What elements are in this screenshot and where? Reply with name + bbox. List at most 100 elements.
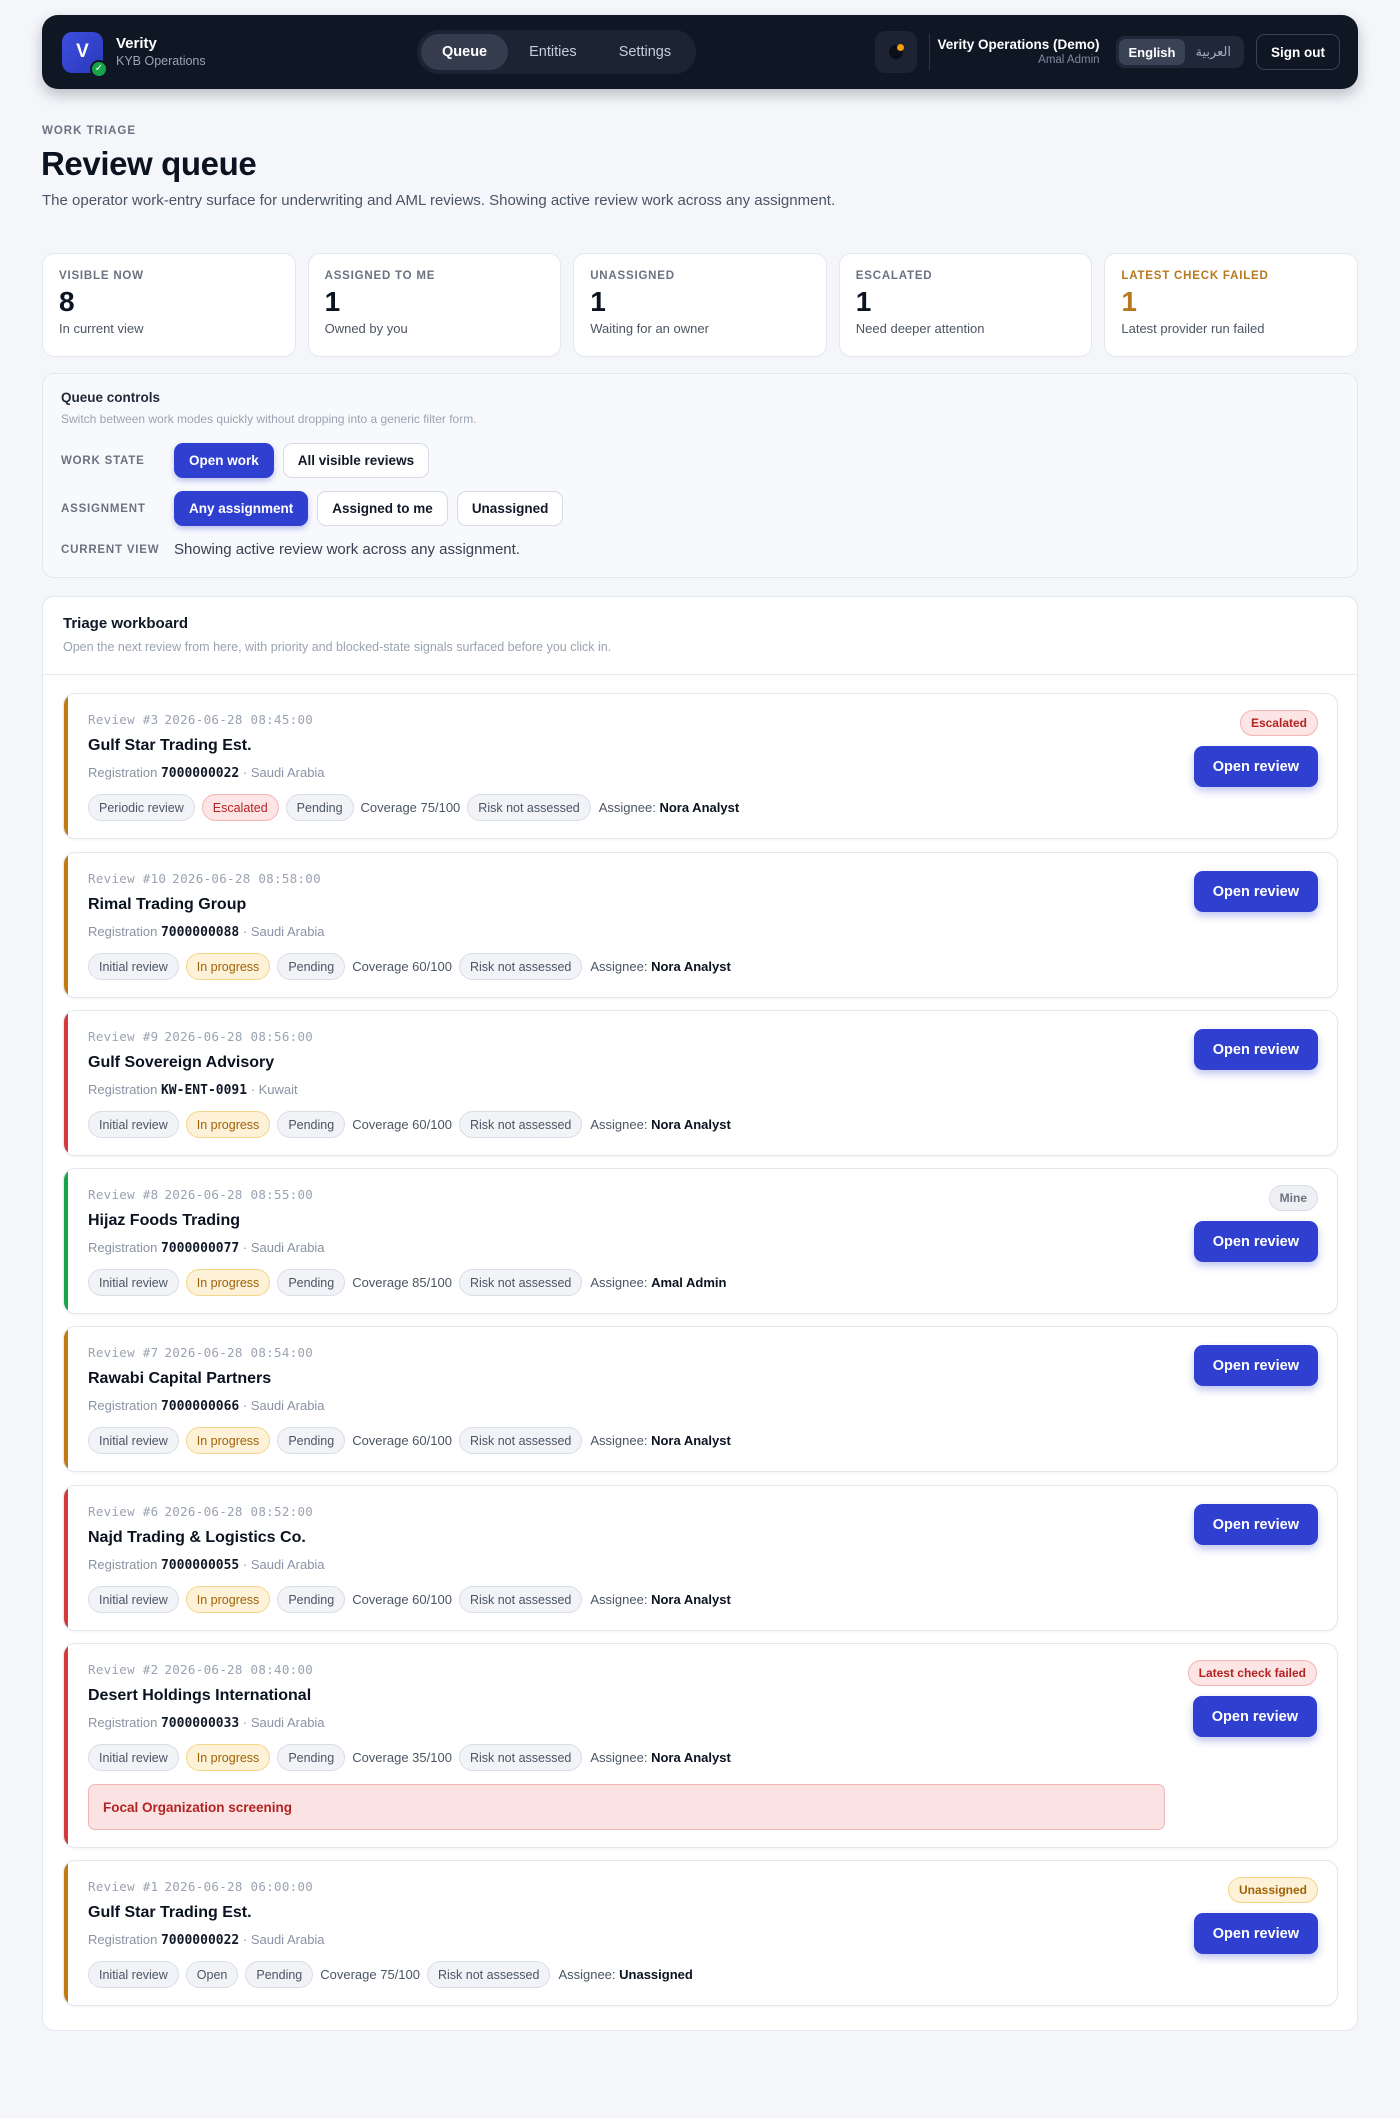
filter-all-visible-reviews[interactable]: All visible reviews (282, 443, 430, 478)
open-review-button[interactable]: Open review (1193, 1345, 1318, 1386)
triage-workboard: Triage workboard Open the next review fr… (42, 596, 1358, 2031)
registration-label: Registration (88, 1082, 161, 1097)
current-view-label: CURRENT VIEW (61, 543, 160, 556)
risk-tag: Risk not assessed (458, 1744, 583, 1771)
review-meta: Review #9 2026-06-28 08:56:00 (88, 1029, 731, 1044)
open-review-button[interactable]: Open review (1193, 1913, 1318, 1954)
assignee-label: Assignee: (558, 1967, 620, 1982)
language-english[interactable]: English (1118, 39, 1186, 65)
review-timestamp: 2026-06-28 08:52:00 (164, 1504, 314, 1519)
filter-open-work[interactable]: Open work (174, 443, 274, 478)
review-meta: Review #10 2026-06-28 08:58:00 (88, 871, 731, 886)
tab-queue[interactable]: Queue (421, 34, 509, 70)
registration-number: 7000000022 (160, 1933, 240, 1948)
review-type-tag: Initial review (88, 1744, 179, 1771)
review-actions: Open review (1193, 1504, 1318, 1545)
page-title: Review queue (41, 145, 257, 182)
divider (929, 34, 931, 70)
risk-tag: Risk not assessed (467, 794, 591, 821)
registration-line: Registration KW-ENT-0091 · Kuwait (88, 1082, 731, 1098)
open-review-button[interactable]: Open review (1193, 1221, 1318, 1262)
review-tags: Initial review In progress Pending Coverage… (88, 1111, 731, 1138)
review-card: Review #7 2026-06-28 08:54:00 Rawabi Capit… (63, 1326, 1338, 1472)
decision-tag: Pending (277, 953, 346, 980)
filter-assigned-to-me[interactable]: Assigned to me (317, 491, 448, 526)
tab-entities[interactable]: Entities (508, 34, 598, 70)
language-arabic[interactable]: العربية (1185, 39, 1241, 65)
stat-visible-now: VISIBLE NOW 8 In current view (42, 253, 296, 357)
country: · Saudi Arabia (239, 1557, 325, 1572)
risk-tag: Risk not assessed (427, 1961, 551, 1988)
assignee-label: Assignee: (590, 1433, 652, 1448)
language-switcher: English العربية (1115, 36, 1244, 68)
decision-tag: Pending (285, 794, 354, 821)
entity-name: Gulf Star Trading Est. (88, 737, 252, 754)
assignee: Assignee: Nora Analyst (599, 800, 739, 815)
registration-number: 7000000055 (160, 1558, 240, 1573)
coverage-score: Coverage 60/100 (352, 1592, 452, 1607)
assignee-label: Assignee: (590, 1275, 652, 1290)
review-actions: Latest check failed Open review (1187, 1660, 1317, 1737)
registration-line: Registration 7000000077 · Saudi Arabia (88, 1240, 726, 1256)
review-id: Review #8 (88, 1187, 159, 1202)
review-details: Review #8 2026-06-28 08:55:00 Hijaz Foods … (88, 1187, 726, 1296)
status-badge: Escalated (1239, 710, 1318, 736)
registration-label: Registration (88, 1932, 161, 1947)
theme-toggle-button[interactable] (875, 31, 918, 73)
coverage-score: Coverage 85/100 (352, 1275, 452, 1290)
stat-value: 8 (59, 286, 75, 317)
assignee-name: Nora Analyst (659, 800, 740, 815)
review-type-tag: Periodic review (88, 794, 195, 821)
assignee-name: Nora Analyst (651, 1750, 731, 1765)
review-details: Review #7 2026-06-28 08:54:00 Rawabi Capit… (88, 1345, 731, 1454)
status-badge: Mine (1268, 1185, 1318, 1211)
controls-subtitle: Switch between work modes quickly withou… (61, 412, 477, 426)
page-description: The operator work-entry surface for unde… (42, 192, 836, 209)
stage-tag: In progress (185, 953, 271, 980)
filter-unassigned[interactable]: Unassigned (456, 491, 564, 526)
review-meta: Review #1 2026-06-28 06:00:00 (88, 1879, 693, 1894)
stat-assigned-to-me: ASSIGNED TO ME 1 Owned by you (307, 253, 562, 357)
decision-tag: Pending (277, 1427, 346, 1454)
app-name: Verity (116, 35, 157, 52)
stage-tag: In progress (185, 1427, 271, 1454)
registration-label: Registration (88, 1240, 161, 1255)
assignee-name: Nora Analyst (651, 1592, 731, 1607)
registration-label: Registration (88, 1715, 161, 1730)
assignee: Assignee: Unassigned (558, 1967, 692, 1982)
priority-accent (64, 1327, 68, 1471)
registration-label: Registration (88, 765, 161, 780)
registration-line: Registration 7000000055 · Saudi Arabia (88, 1557, 731, 1573)
review-timestamp: 2026-06-28 08:58:00 (172, 871, 321, 886)
open-review-button[interactable]: Open review (1193, 746, 1318, 787)
assignee-label: Assignee: (590, 1750, 652, 1765)
registration-number: KW-ENT-0091 (160, 1083, 248, 1098)
review-type-tag: Initial review (88, 953, 179, 980)
logo-letter: V (76, 41, 89, 62)
priority-accent (64, 1644, 68, 1847)
open-review-button[interactable]: Open review (1193, 871, 1318, 912)
user-name: Amal Admin (1038, 54, 1100, 66)
assignment-row: ASSIGNMENT Any assignment Assigned to me… (61, 491, 572, 526)
assignee-name: Nora Analyst (651, 959, 731, 974)
open-review-button[interactable]: Open review (1193, 1029, 1318, 1070)
sign-out-button[interactable]: Sign out (1256, 34, 1340, 70)
brand[interactable]: V ✓ Verity KYB Operations (62, 31, 362, 78)
risk-tag: Risk not assessed (458, 1111, 583, 1138)
stat-latest-check-failed: LATEST CHECK FAILED 1 Latest provider ru… (1104, 253, 1358, 357)
review-details: Review #10 2026-06-28 08:58:00 Rimal Tradi… (88, 871, 731, 980)
review-actions: Open review (1193, 1029, 1318, 1070)
review-timestamp: 2026-06-28 08:56:00 (164, 1029, 314, 1044)
open-review-button[interactable]: Open review (1192, 1696, 1317, 1737)
assignee: Assignee: Nora Analyst (590, 959, 730, 974)
filter-any-assignment[interactable]: Any assignment (174, 491, 309, 526)
stat-note: Owned by you (324, 321, 408, 336)
review-tags: Initial review Open Pending Coverage 75/100… (88, 1961, 693, 1988)
tab-settings[interactable]: Settings (598, 34, 692, 70)
registration-label: Registration (88, 1557, 161, 1572)
open-review-button[interactable]: Open review (1193, 1504, 1318, 1545)
review-details: Review #3 2026-06-28 08:45:00 Gulf Star Tr… (88, 712, 739, 821)
review-actions: Open review (1193, 871, 1318, 912)
controls-title: Queue controls (61, 390, 161, 405)
review-type-tag: Initial review (88, 1269, 179, 1296)
